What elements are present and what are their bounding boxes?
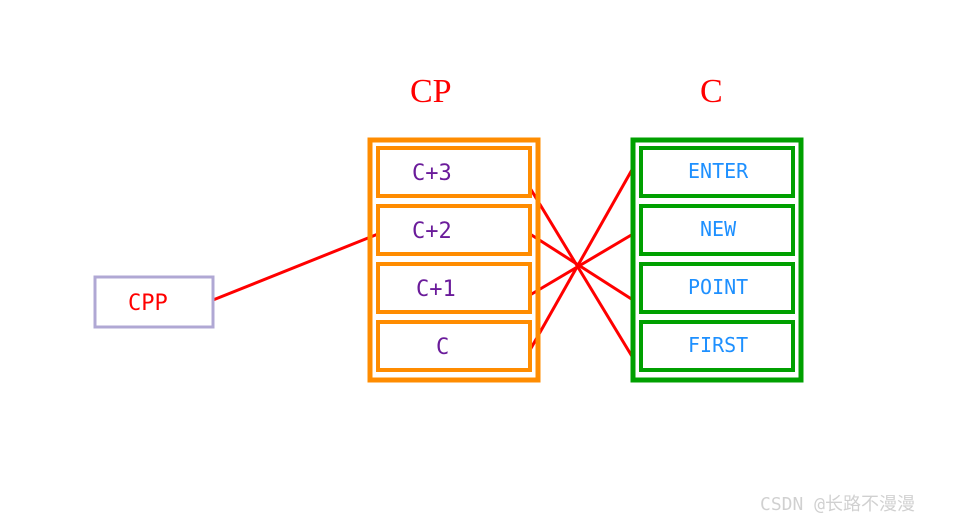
title-c: C [700, 73, 723, 110]
c-column: ENTER NEW POINT FIRST [633, 140, 801, 380]
diagram-canvas: CP C CPP C+3 C+2 C+1 C ENTER [0, 0, 958, 527]
cp-cell-1-label: C+2 [412, 219, 452, 244]
cp-cell-0: C+3 [378, 148, 530, 196]
c-cell-2-label: POINT [688, 275, 748, 299]
c-cell-0: ENTER [641, 148, 793, 196]
cp-cell-3: C [378, 322, 530, 370]
cp-column: C+3 C+2 C+1 C [370, 140, 538, 380]
line-cpp-cp [213, 234, 378, 300]
cpp-box: CPP [95, 277, 213, 327]
cp-cell-3-label: C [436, 335, 449, 360]
cp-cell-1: C+2 [378, 206, 530, 254]
cpp-label: CPP [128, 291, 168, 316]
title-cp: CP [410, 73, 452, 110]
cp-cell-2: C+1 [378, 264, 530, 312]
c-cell-2: POINT [641, 264, 793, 312]
c-cell-1-label: NEW [700, 217, 737, 241]
line-cp0-c3 [530, 188, 633, 358]
watermark: CSDN @长路不漫漫 [760, 494, 915, 515]
cp-cell-0-label: C+3 [412, 161, 452, 186]
c-cell-0-label: ENTER [688, 159, 749, 183]
c-cell-3-label: FIRST [688, 333, 748, 357]
c-cell-3: FIRST [641, 322, 793, 370]
cp-cell-2-label: C+1 [416, 277, 456, 302]
line-cp3-c0 [530, 168, 633, 350]
c-cell-1: NEW [641, 206, 793, 254]
